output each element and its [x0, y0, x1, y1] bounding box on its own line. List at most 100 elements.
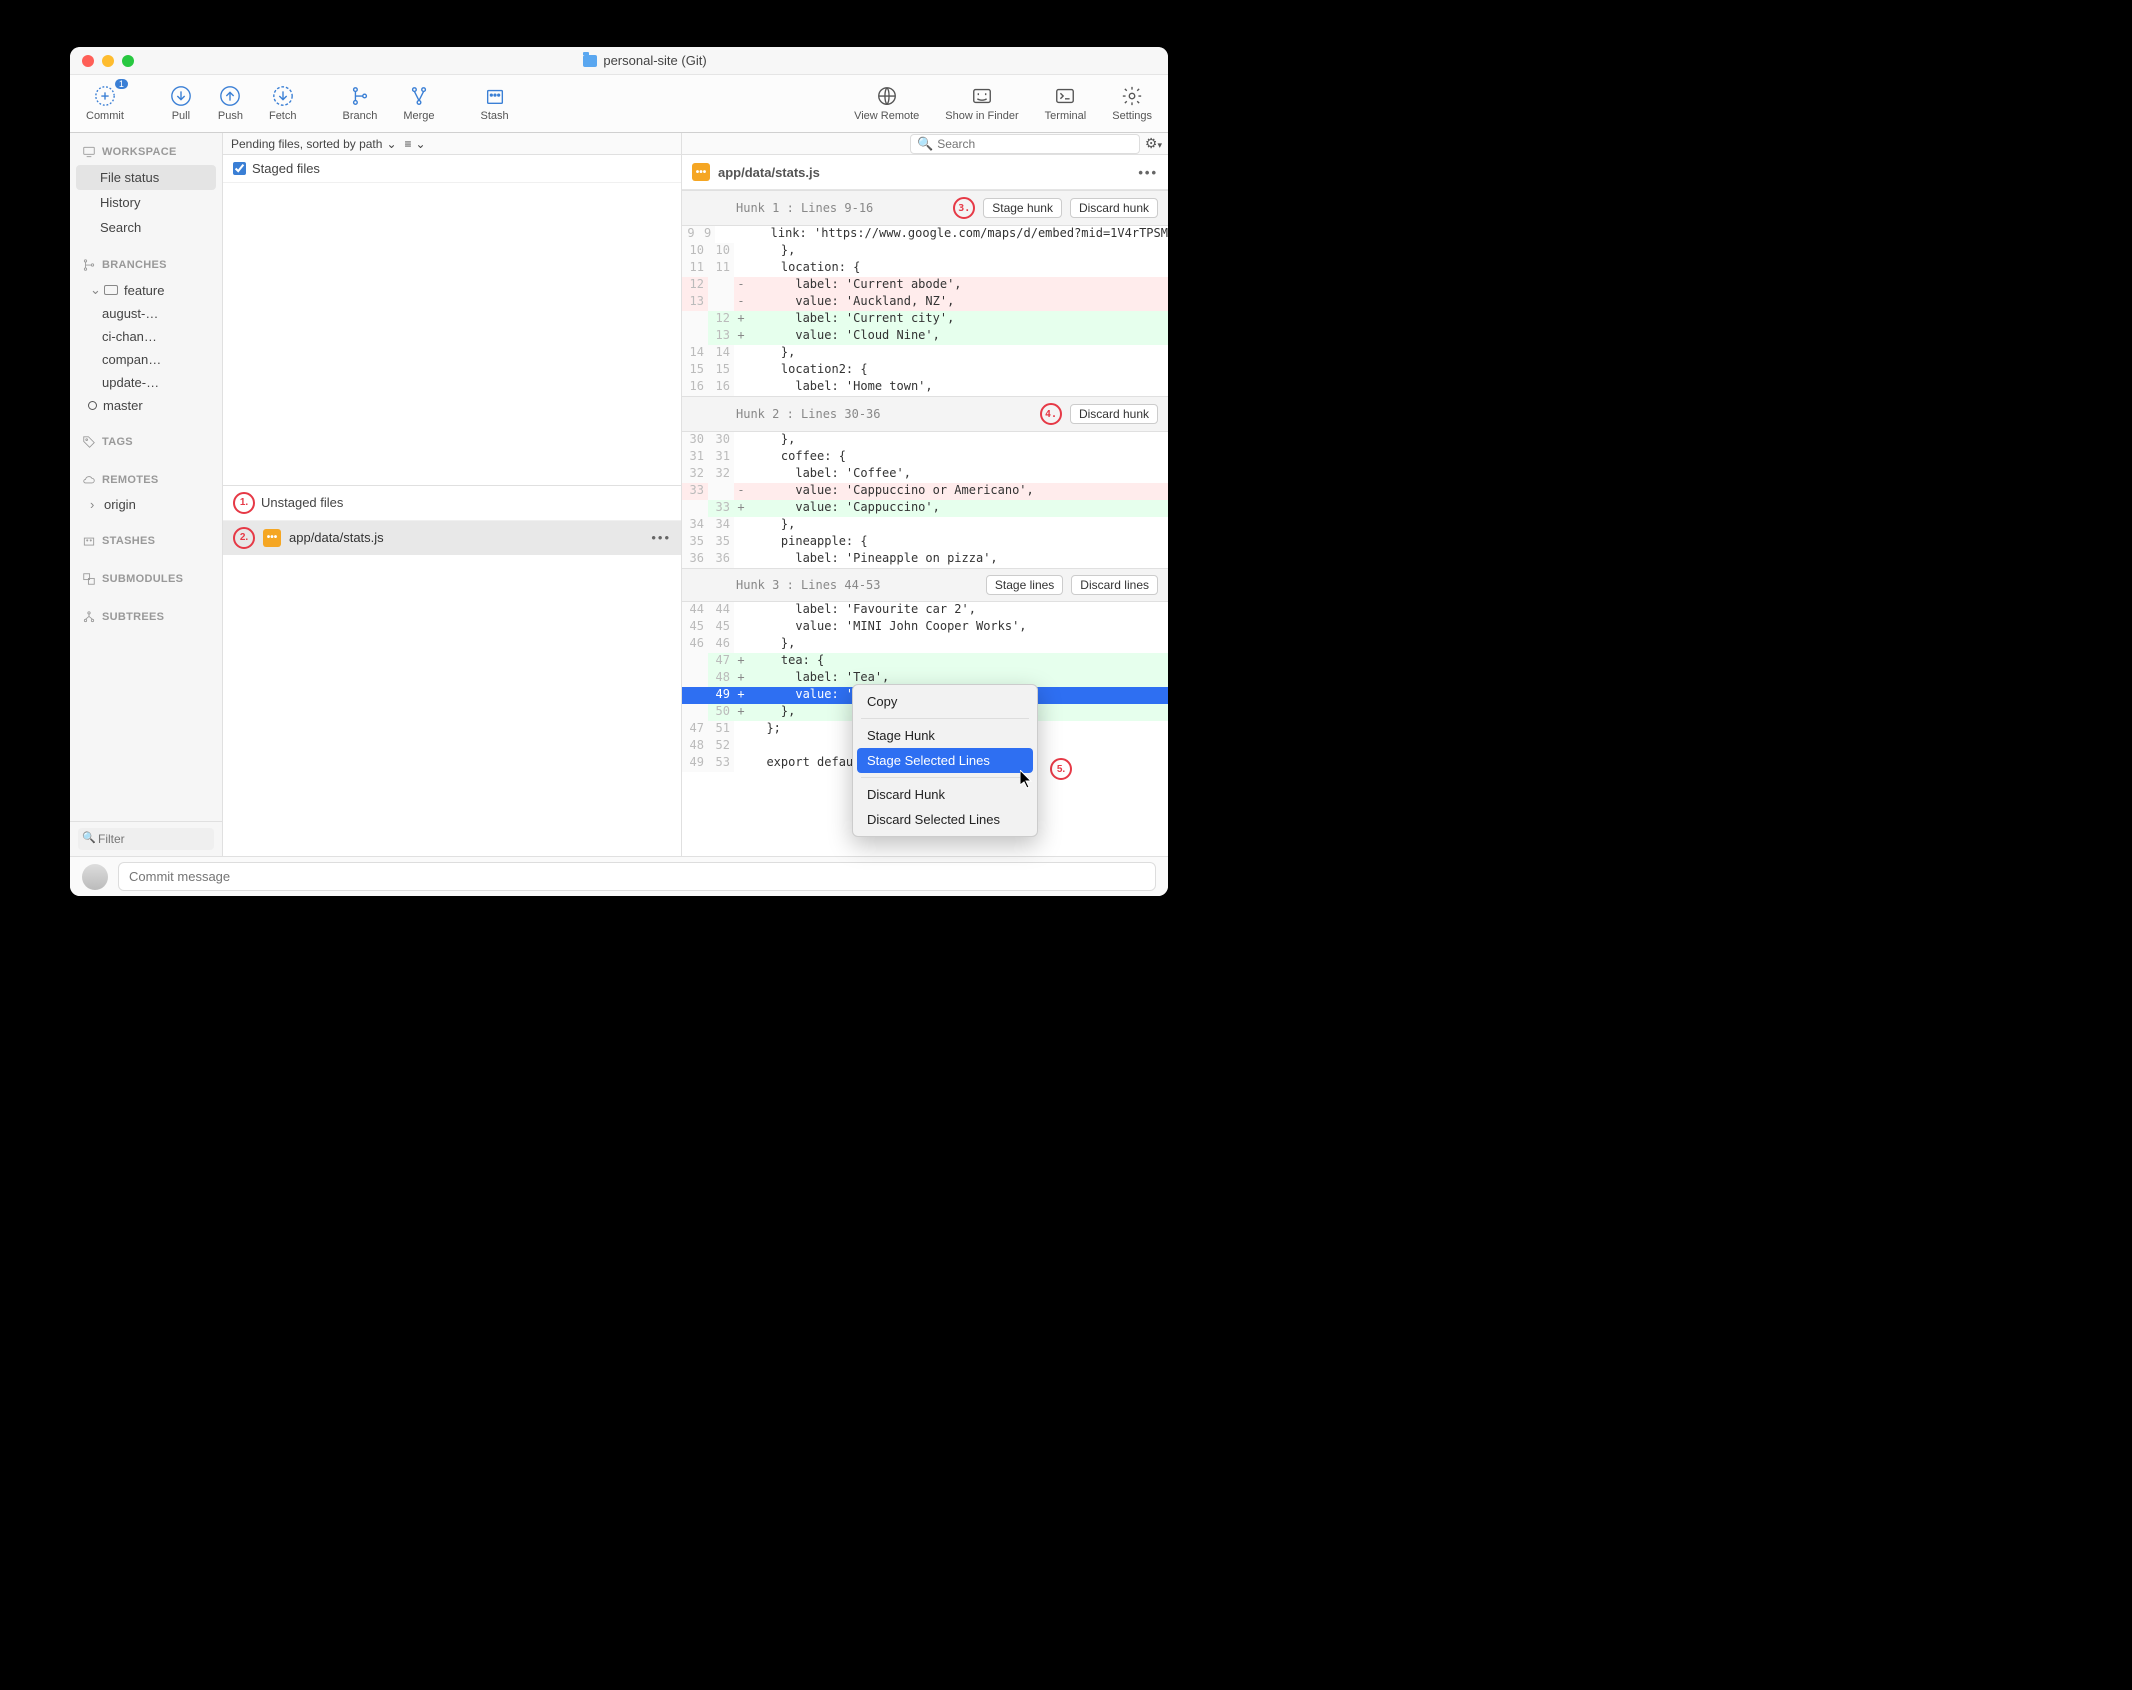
settings-button[interactable]: Settings — [1104, 81, 1160, 126]
file-more-button[interactable]: ••• — [651, 530, 671, 545]
context-discard-selected-lines[interactable]: Discard Selected Lines — [853, 807, 1037, 832]
sort-dropdown[interactable]: Pending files, sorted by path ⌄ — [231, 137, 397, 151]
search-input[interactable] — [937, 137, 1133, 151]
callout-1: 1. — [233, 492, 255, 514]
sidebar-master-branch[interactable]: master — [70, 394, 222, 417]
branch-button[interactable]: Branch — [334, 81, 385, 126]
fetch-button[interactable]: Fetch — [261, 81, 305, 126]
diff-line[interactable]: 13+ value: 'Cloud Nine', — [682, 328, 1168, 345]
context-stage-selected-lines[interactable]: Stage Selected Lines — [857, 748, 1033, 773]
sidebar-history[interactable]: History — [70, 190, 222, 215]
diff-line[interactable]: 3434 }, — [682, 517, 1168, 534]
diff-line[interactable]: 3232 label: 'Coffee', — [682, 466, 1168, 483]
file-row[interactable]: 2. ••• app/data/stats.js ••• — [223, 521, 681, 555]
chevron-down-icon: ⌄ — [386, 137, 396, 151]
chevron-down-icon: ⌄ — [416, 137, 426, 151]
gear-icon[interactable]: ⚙︎▾ — [1145, 135, 1162, 152]
diff-line[interactable]: 1111 location: { — [682, 260, 1168, 277]
chevron-down-icon: ⌄ — [90, 282, 98, 298]
stash-button[interactable]: Stash — [473, 81, 517, 126]
diff-line[interactable]: 1010 }, — [682, 243, 1168, 260]
sidebar-branch-item[interactable]: update-… — [70, 371, 222, 394]
diff-line[interactable]: 3131 coffee: { — [682, 449, 1168, 466]
diff-line[interactable]: 47+ tea: { — [682, 653, 1168, 670]
stage-lines-button[interactable]: Stage lines — [986, 575, 1063, 595]
commit-message-input[interactable] — [129, 869, 1145, 884]
pull-button[interactable]: Pull — [162, 81, 200, 126]
diff-line[interactable]: 33+ value: 'Cappuccino', — [682, 500, 1168, 517]
diff-line[interactable]: 4545 value: 'MINI John Cooper Works', — [682, 619, 1168, 636]
diff-line[interactable]: 3030 }, — [682, 432, 1168, 449]
callout-2: 2. — [233, 527, 255, 549]
diff-line[interactable]: 4444 label: 'Favourite car 2', — [682, 602, 1168, 619]
callout-4: 4. — [1040, 403, 1062, 425]
minimize-window-button[interactable] — [102, 55, 114, 67]
remotes-header[interactable]: REMOTES — [70, 467, 222, 493]
staged-checkbox[interactable] — [233, 162, 246, 175]
filter-input[interactable] — [78, 828, 214, 850]
sidebar-filter: 🔍 — [70, 821, 222, 856]
diff-line[interactable]: 99 link: 'https://www.google.com/maps/d/… — [682, 226, 1168, 243]
file-header-more-button[interactable]: ••• — [1138, 165, 1158, 180]
modified-badge-icon: ••• — [263, 529, 281, 547]
menu-separator — [861, 777, 1029, 778]
window-title-text: personal-site (Git) — [603, 53, 706, 68]
sidebar-branch-item[interactable]: compan… — [70, 348, 222, 371]
subtrees-header[interactable]: SUBTREES — [70, 604, 222, 630]
diff-line[interactable]: 1515 location2: { — [682, 362, 1168, 379]
cursor-icon — [1020, 770, 1036, 795]
commit-button[interactable]: 1 Commit — [78, 81, 132, 126]
cloud-icon — [82, 473, 96, 487]
stage-hunk-button[interactable]: Stage hunk — [983, 198, 1062, 218]
diff-line[interactable]: 13- value: 'Auckland, NZ', — [682, 294, 1168, 311]
terminal-button[interactable]: Terminal — [1037, 81, 1095, 126]
sidebar: WORKSPACE File status History Search BRA… — [70, 133, 223, 856]
show-in-finder-button[interactable]: Show in Finder — [937, 81, 1026, 126]
tags-header[interactable]: TAGS — [70, 429, 222, 455]
context-stage-hunk[interactable]: Stage Hunk — [853, 723, 1037, 748]
workspace-header: WORKSPACE — [70, 139, 222, 165]
file-panel-header: Pending files, sorted by path ⌄ ≡ ⌄ — [223, 133, 681, 155]
sidebar-origin-remote[interactable]: › origin — [70, 493, 222, 516]
hunk1-header: Hunk 1 : Lines 9-16 3. Stage hunk Discar… — [682, 190, 1168, 226]
diff-line[interactable]: 12- label: 'Current abode', — [682, 277, 1168, 294]
close-window-button[interactable] — [82, 55, 94, 67]
diff-line[interactable]: 3535 pineapple: { — [682, 534, 1168, 551]
avatar[interactable] — [82, 864, 108, 890]
context-discard-hunk[interactable]: Discard Hunk — [853, 782, 1037, 807]
diff-line[interactable]: 33- value: 'Cappuccino or Americano', — [682, 483, 1168, 500]
diff-file-header: ••• app/data/stats.js ••• — [682, 155, 1168, 190]
diff-line[interactable]: 12+ label: 'Current city', — [682, 311, 1168, 328]
view-remote-button[interactable]: View Remote — [846, 81, 927, 126]
diff-line[interactable]: 1616 label: 'Home town', — [682, 379, 1168, 396]
discard-lines-button[interactable]: Discard lines — [1071, 575, 1158, 595]
submodule-icon — [82, 572, 96, 586]
diff-line[interactable]: 3636 label: 'Pineapple on pizza', — [682, 551, 1168, 568]
sidebar-branch-item[interactable]: august-… — [70, 302, 222, 325]
sidebar-file-status[interactable]: File status — [76, 165, 216, 190]
discard-hunk-button[interactable]: Discard hunk — [1070, 198, 1158, 218]
context-menu: Copy Stage Hunk Stage Selected Lines Dis… — [852, 684, 1038, 837]
hunk2-header: Hunk 2 : Lines 30-36 4. Discard hunk — [682, 396, 1168, 432]
modified-badge-icon: ••• — [692, 163, 710, 181]
push-button[interactable]: Push — [210, 81, 251, 126]
view-mode-dropdown[interactable]: ≡ ⌄ — [405, 137, 426, 151]
discard-hunk-button[interactable]: Discard hunk — [1070, 404, 1158, 424]
folder-outline-icon — [104, 285, 118, 295]
context-copy[interactable]: Copy — [853, 689, 1037, 714]
stashes-header[interactable]: STASHES — [70, 528, 222, 554]
merge-button[interactable]: Merge — [395, 81, 442, 126]
staged-files-header: Staged files — [223, 155, 681, 183]
zoom-window-button[interactable] — [122, 55, 134, 67]
titlebar: personal-site (Git) — [70, 47, 1168, 75]
sidebar-branch-item[interactable]: ci-chan… — [70, 325, 222, 348]
diff-line[interactable]: 4646 }, — [682, 636, 1168, 653]
commit-badge: 1 — [115, 79, 128, 89]
callout-5: 5. — [1050, 758, 1072, 780]
diff-line[interactable]: 1414 }, — [682, 345, 1168, 362]
submodules-header[interactable]: SUBMODULES — [70, 566, 222, 592]
sidebar-search[interactable]: Search — [70, 215, 222, 240]
monitor-icon — [82, 145, 96, 159]
callout-3: 3. — [953, 197, 975, 219]
sidebar-feature-folder[interactable]: ⌄ feature — [70, 278, 222, 302]
